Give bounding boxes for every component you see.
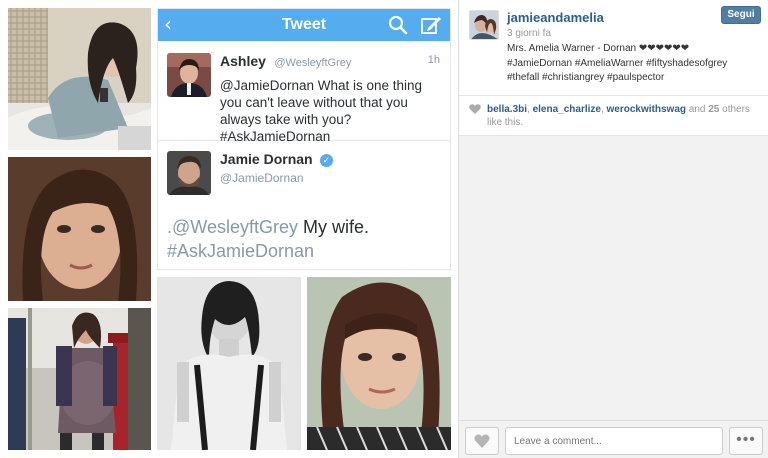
verified-icon: ✓ xyxy=(320,154,334,167)
hashtag-link[interactable]: #AskJamieDornan xyxy=(167,241,314,261)
avatar[interactable] xyxy=(469,10,499,40)
tweet-reply[interactable]: Jamie Dornan ✓ @JamieDornan .@WesleyftGr… xyxy=(158,141,450,269)
tweet-text: .@WesleyftGrey My wife. #AskJamieDornan xyxy=(167,215,440,263)
chevron-left-icon[interactable]: ‹ xyxy=(164,13,172,35)
comment-input[interactable] xyxy=(505,427,723,455)
tweet-screenshot: ‹ Tweet Ashley @WesleyftGrey 1h @JamieDo… xyxy=(157,8,451,270)
post-caption: Mrs. Amelia Warner - Dornan ❤❤❤❤❤❤ #Jami… xyxy=(507,42,761,86)
tweet-author-name[interactable]: Ashley xyxy=(220,53,266,69)
likes-and-text: and xyxy=(685,104,709,115)
follow-button[interactable]: Segui xyxy=(721,6,761,24)
caption-line: Mrs. Amelia Warner - Dornan ❤❤❤❤❤❤ xyxy=(507,43,690,54)
post-sidebar: jamieandamelia Segui 3 giorni fa Mrs. Am… xyxy=(458,0,768,458)
reply-body: My wife. xyxy=(297,217,369,237)
post-time: 3 giorni fa xyxy=(507,28,551,39)
tweet-author-name[interactable]: Jamie Dornan xyxy=(220,151,313,167)
photo-face-closeup[interactable] xyxy=(8,157,151,301)
tweet-question[interactable]: Ashley @WesleyftGrey 1h @JamieDornan Wha… xyxy=(158,41,450,144)
heart-icon xyxy=(469,104,481,114)
comments-area xyxy=(459,137,768,420)
likes-summary: bella.3bi, elena_charlize, werockwithswa… xyxy=(459,96,768,136)
tweet-author-handle[interactable]: @JamieDornan xyxy=(220,171,440,185)
tweet-nav-bar: ‹ Tweet xyxy=(158,9,450,41)
nav-title: Tweet xyxy=(281,16,327,33)
avatar[interactable] xyxy=(167,53,211,97)
tweet-text: @JamieDornan What is one thing you can't… xyxy=(220,78,423,144)
heart-icon xyxy=(474,434,490,448)
liker-link[interactable]: werockwithswag xyxy=(607,104,686,115)
caption-line: #thefall #christiangrey #paulspector xyxy=(507,72,665,83)
tweet-author-handle[interactable]: @WesleyftGrey xyxy=(274,57,351,69)
photo-woman-street[interactable] xyxy=(8,308,151,450)
caption-line: #JamieDornan #AmeliaWarner #fiftyshadeso… xyxy=(507,57,728,69)
likes-count[interactable]: 25 xyxy=(708,104,719,115)
liker-link[interactable]: bella.3bi xyxy=(487,104,527,115)
post-username[interactable]: jamieandamelia xyxy=(507,10,604,25)
photo-woman-bangs[interactable] xyxy=(307,277,451,450)
screenshot: ‹ Tweet Ashley @WesleyftGrey 1h @JamieDo… xyxy=(0,0,768,458)
liker-link[interactable]: elena_charlize xyxy=(533,104,601,115)
search-icon[interactable] xyxy=(388,15,408,35)
mention-link[interactable]: @WesleyftGrey xyxy=(172,217,298,237)
more-icon[interactable]: ••• xyxy=(729,427,763,455)
photo-collage: ‹ Tweet Ashley @WesleyftGrey 1h @JamieDo… xyxy=(0,0,458,458)
avatar[interactable] xyxy=(167,151,211,195)
post-header: jamieandamelia Segui 3 giorni fa Mrs. Am… xyxy=(459,0,768,96)
photo-woman-on-bed[interactable] xyxy=(8,8,151,150)
compose-icon[interactable] xyxy=(420,15,442,35)
like-button[interactable] xyxy=(465,427,499,455)
comment-bar: ••• xyxy=(459,420,768,458)
tweet-time: 1h xyxy=(427,54,440,66)
photo-woman-bw[interactable] xyxy=(157,277,301,450)
